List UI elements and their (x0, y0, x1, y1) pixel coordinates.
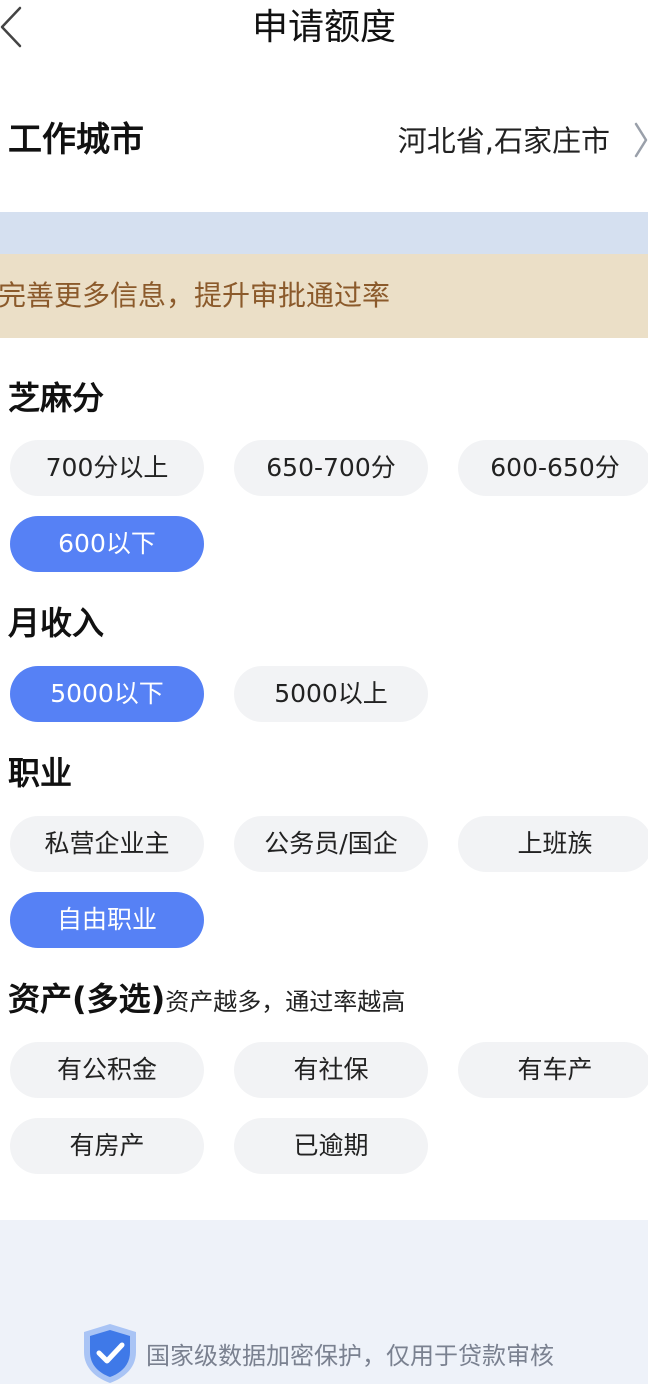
assets-title: 资产(多选)资产越多，通过率越高 (8, 977, 405, 1024)
asset-option-overdue[interactable]: 已逾期 (234, 1118, 428, 1174)
job-option-office-worker[interactable]: 上班族 (458, 816, 648, 872)
assets-subtitle: 资产越多，通过率越高 (165, 988, 406, 1016)
security-notice: 国家级数据加密保护，仅用于贷款审核 (146, 1342, 554, 1370)
asset-option-social-security[interactable]: 有社保 (234, 1042, 428, 1098)
asset-option-house[interactable]: 有房产 (10, 1118, 204, 1174)
chevron-right-icon (634, 122, 648, 158)
income-option-above-5000[interactable]: 5000以上 (234, 666, 428, 722)
asset-option-housing-fund[interactable]: 有公积金 (10, 1042, 204, 1098)
job-option-civil-servant[interactable]: 公务员/国企 (234, 816, 428, 872)
sesame-option-650-700[interactable]: 650-700分 (234, 440, 428, 496)
nav-header: 申请额度 (0, 0, 648, 56)
apply-credit-page: 申请额度 工作城市 河北省,石家庄市 完善更多信息，提升审批通过率 芝麻分 70… (0, 0, 648, 1384)
job-option-business-owner[interactable]: 私营企业主 (10, 816, 204, 872)
sesame-score-title: 芝麻分 (8, 379, 105, 417)
assets-title-text: 资产(多选) (8, 980, 166, 1018)
work-city-value: 河北省,石家庄市 (397, 124, 610, 158)
income-option-below-5000[interactable]: 5000以下 (10, 666, 204, 722)
monthly-income-title: 月收入 (8, 604, 105, 642)
tip-text: 完善更多信息，提升审批通过率 (0, 279, 391, 312)
sesame-option-below-600[interactable]: 600以下 (10, 516, 204, 572)
page-title: 申请额度 (251, 7, 396, 48)
tip-banner: 完善更多信息，提升审批通过率 (0, 254, 648, 338)
work-city-label: 工作城市 (8, 120, 144, 160)
asset-option-car[interactable]: 有车产 (458, 1042, 648, 1098)
occupation-title: 职业 (8, 754, 73, 792)
divider-band (0, 212, 648, 254)
work-city-row[interactable]: 工作城市 河北省,石家庄市 (0, 104, 648, 176)
sesame-option-700-plus[interactable]: 700分以上 (10, 440, 204, 496)
job-option-freelancer[interactable]: 自由职业 (10, 892, 204, 948)
shield-check-icon (84, 1324, 136, 1383)
sesame-option-600-650[interactable]: 600-650分 (458, 440, 648, 496)
